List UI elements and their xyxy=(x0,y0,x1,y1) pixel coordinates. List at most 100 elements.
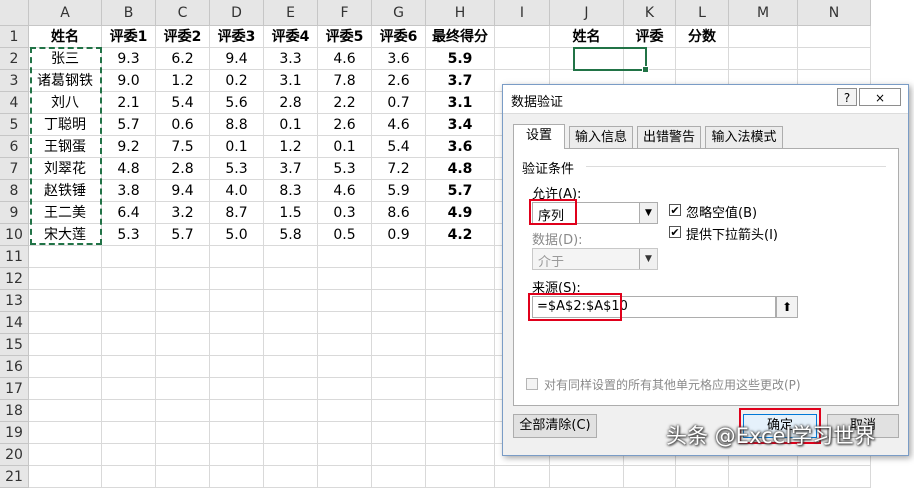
data-cell[interactable]: 3.3 xyxy=(264,48,318,70)
data-cell[interactable]: 0.2 xyxy=(210,70,264,92)
row-header-18[interactable]: 18 xyxy=(0,400,29,422)
data-cell[interactable]: 刘八 xyxy=(29,92,102,114)
cell[interactable] xyxy=(676,48,729,70)
cell[interactable] xyxy=(426,356,495,378)
data-cell[interactable]: 5.7 xyxy=(156,224,210,246)
data-cell[interactable]: 4.6 xyxy=(318,180,372,202)
row-header-8[interactable]: 8 xyxy=(0,180,29,202)
row-header-9[interactable]: 9 xyxy=(0,202,29,224)
help-button[interactable]: ? xyxy=(837,88,857,106)
data-cell[interactable]: 2.8 xyxy=(156,158,210,180)
column-header-n[interactable]: N xyxy=(798,0,871,26)
cell[interactable] xyxy=(495,48,550,70)
cell[interactable] xyxy=(372,378,426,400)
cell[interactable] xyxy=(372,466,426,488)
column-header-b[interactable]: B xyxy=(102,0,156,26)
cell[interactable] xyxy=(264,246,318,268)
header-cell[interactable]: 姓名 xyxy=(29,26,102,48)
cell[interactable] xyxy=(29,378,102,400)
row-header-12[interactable]: 12 xyxy=(0,268,29,290)
cell[interactable] xyxy=(156,422,210,444)
data-cell[interactable]: 宋大莲 xyxy=(29,224,102,246)
column-header-d[interactable]: D xyxy=(210,0,264,26)
row-header-16[interactable]: 16 xyxy=(0,356,29,378)
data-cell[interactable]: 0.3 xyxy=(318,202,372,224)
tab-ime-mode[interactable]: 输入法模式 xyxy=(705,126,783,148)
data-cell[interactable]: 5.3 xyxy=(318,158,372,180)
cell[interactable] xyxy=(318,246,372,268)
header-cell[interactable]: 分数 xyxy=(676,26,729,48)
row-header-10[interactable]: 10 xyxy=(0,224,29,246)
cell[interactable] xyxy=(156,444,210,466)
data-cell[interactable]: 3.2 xyxy=(156,202,210,224)
data-cell[interactable]: 丁聪明 xyxy=(29,114,102,136)
column-header-j[interactable]: J xyxy=(550,0,624,26)
cell[interactable] xyxy=(264,290,318,312)
row-header-7[interactable]: 7 xyxy=(0,158,29,180)
data-cell[interactable]: 0.1 xyxy=(210,136,264,158)
header-cell[interactable]: 评委5 xyxy=(318,26,372,48)
data-cell[interactable]: 5.7 xyxy=(102,114,156,136)
row-header-2[interactable]: 2 xyxy=(0,48,29,70)
cell[interactable] xyxy=(318,400,372,422)
column-header-a[interactable]: A xyxy=(29,0,102,26)
row-header-19[interactable]: 19 xyxy=(0,422,29,444)
data-cell[interactable]: 5.3 xyxy=(210,158,264,180)
data-cell[interactable]: 0.5 xyxy=(318,224,372,246)
data-cell[interactable]: 9.0 xyxy=(102,70,156,92)
cell[interactable] xyxy=(318,444,372,466)
cell[interactable] xyxy=(210,356,264,378)
collapse-dialog-button[interactable]: ⬆ xyxy=(776,296,798,318)
data-cell[interactable]: 3.7 xyxy=(426,70,495,92)
cell[interactable] xyxy=(372,246,426,268)
data-cell[interactable]: 9.3 xyxy=(102,48,156,70)
cell[interactable] xyxy=(29,400,102,422)
column-header-f[interactable]: F xyxy=(318,0,372,26)
cell[interactable] xyxy=(372,334,426,356)
data-cell[interactable]: 5.4 xyxy=(156,92,210,114)
cell[interactable] xyxy=(798,26,871,48)
cell[interactable] xyxy=(29,290,102,312)
row-header-21[interactable]: 21 xyxy=(0,466,29,488)
data-cell[interactable]: 王钢蛋 xyxy=(29,136,102,158)
cell[interactable] xyxy=(156,290,210,312)
cell[interactable] xyxy=(210,312,264,334)
data-cell[interactable]: 6.2 xyxy=(156,48,210,70)
cell[interactable] xyxy=(29,356,102,378)
dropdown-arrow-checkbox[interactable]: ✔ xyxy=(669,226,681,238)
cell[interactable] xyxy=(318,290,372,312)
cell[interactable] xyxy=(495,26,550,48)
column-header-g[interactable]: G xyxy=(372,0,426,26)
data-cell[interactable]: 5.8 xyxy=(264,224,318,246)
cell[interactable] xyxy=(676,466,729,488)
data-cell[interactable]: 5.9 xyxy=(372,180,426,202)
header-cell[interactable]: 姓名 xyxy=(550,26,624,48)
cell[interactable] xyxy=(29,422,102,444)
cell[interactable] xyxy=(29,312,102,334)
cell[interactable] xyxy=(210,400,264,422)
cell[interactable] xyxy=(264,422,318,444)
ignore-blank-checkbox[interactable]: ✔ xyxy=(669,204,681,216)
data-cell[interactable]: 7.2 xyxy=(372,158,426,180)
cell[interactable] xyxy=(29,444,102,466)
data-cell[interactable]: 5.0 xyxy=(210,224,264,246)
cell[interactable] xyxy=(102,290,156,312)
cell[interactable] xyxy=(372,268,426,290)
cell[interactable] xyxy=(372,400,426,422)
source-input[interactable]: =$A$2:$A$10 xyxy=(532,296,776,318)
cell[interactable] xyxy=(29,268,102,290)
data-cell[interactable]: 2.1 xyxy=(102,92,156,114)
header-cell[interactable]: 评委4 xyxy=(264,26,318,48)
data-cell[interactable]: 赵铁锤 xyxy=(29,180,102,202)
data-cell[interactable]: 0.1 xyxy=(264,114,318,136)
row-header-13[interactable]: 13 xyxy=(0,290,29,312)
data-cell[interactable]: 5.9 xyxy=(426,48,495,70)
data-cell[interactable]: 3.7 xyxy=(264,158,318,180)
cell[interactable] xyxy=(372,444,426,466)
cell[interactable] xyxy=(264,466,318,488)
cell[interactable] xyxy=(426,444,495,466)
cell[interactable] xyxy=(156,356,210,378)
cell[interactable] xyxy=(318,466,372,488)
header-cell[interactable]: 评委1 xyxy=(102,26,156,48)
cell[interactable] xyxy=(102,246,156,268)
